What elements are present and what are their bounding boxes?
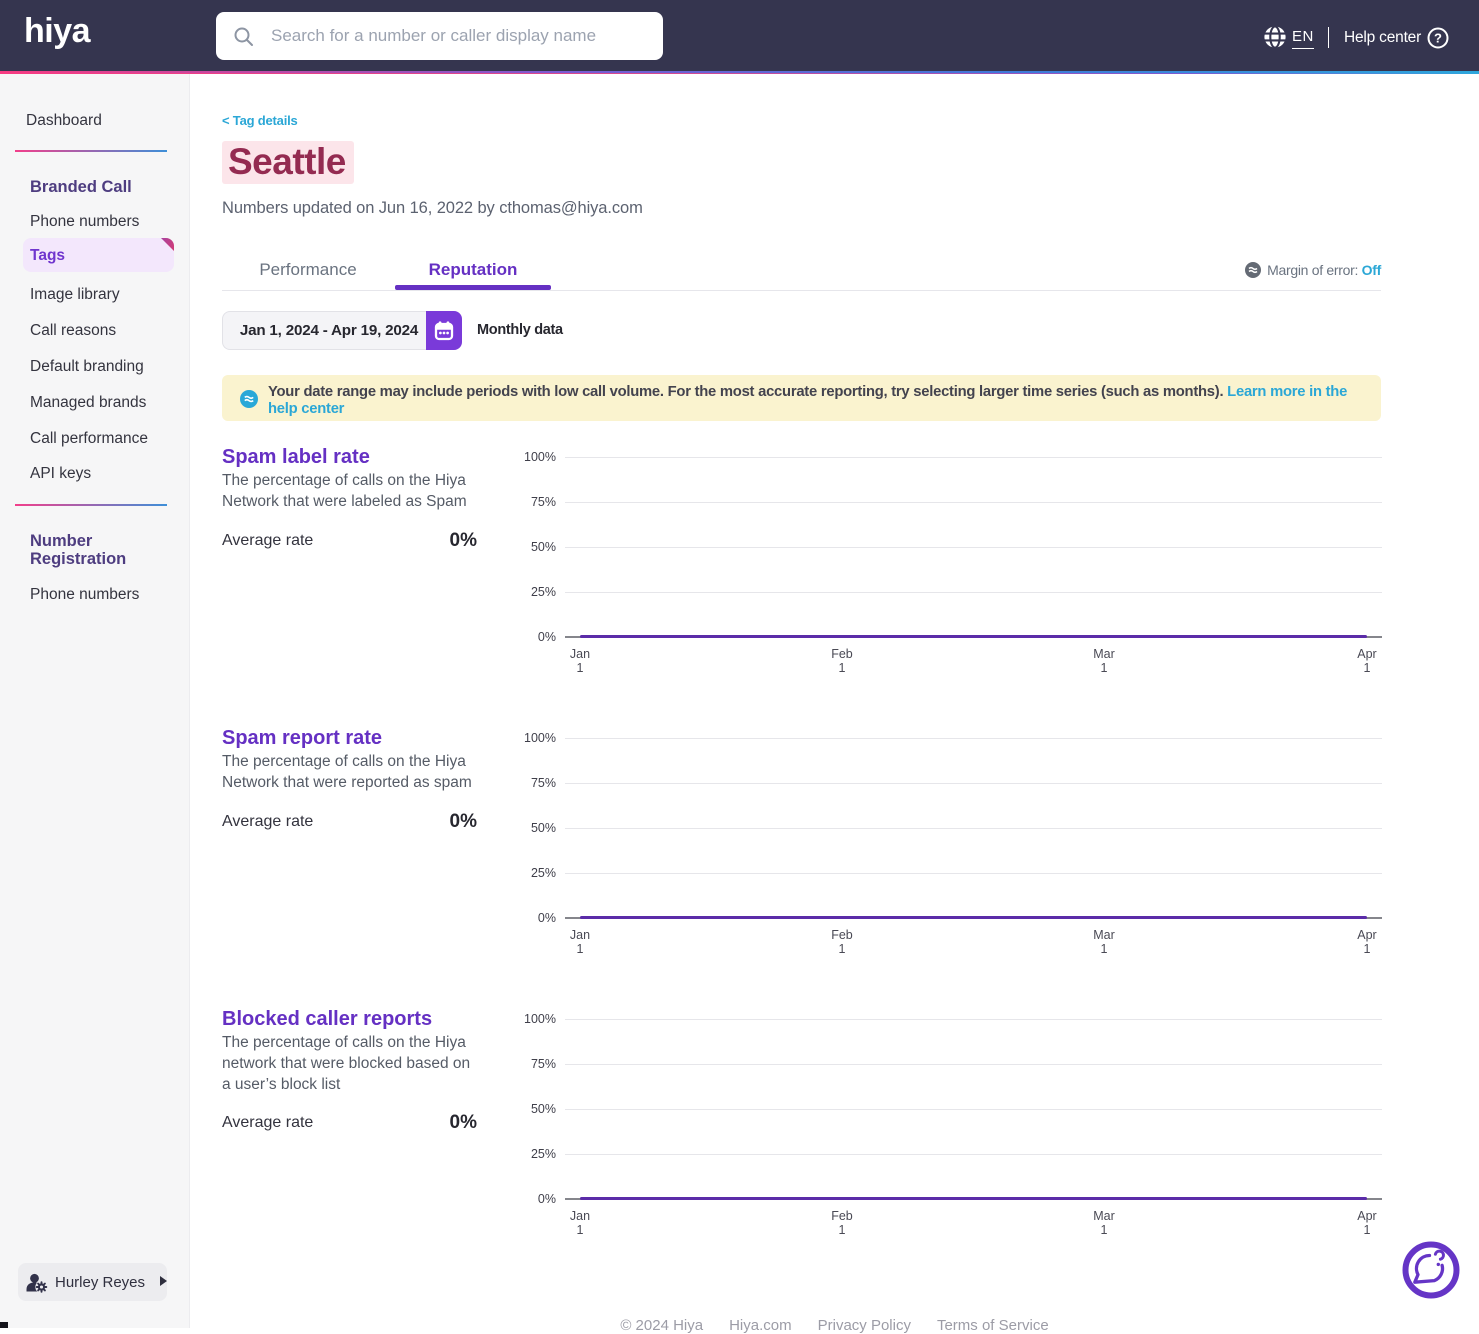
svg-text:?: ? <box>1434 31 1442 46</box>
